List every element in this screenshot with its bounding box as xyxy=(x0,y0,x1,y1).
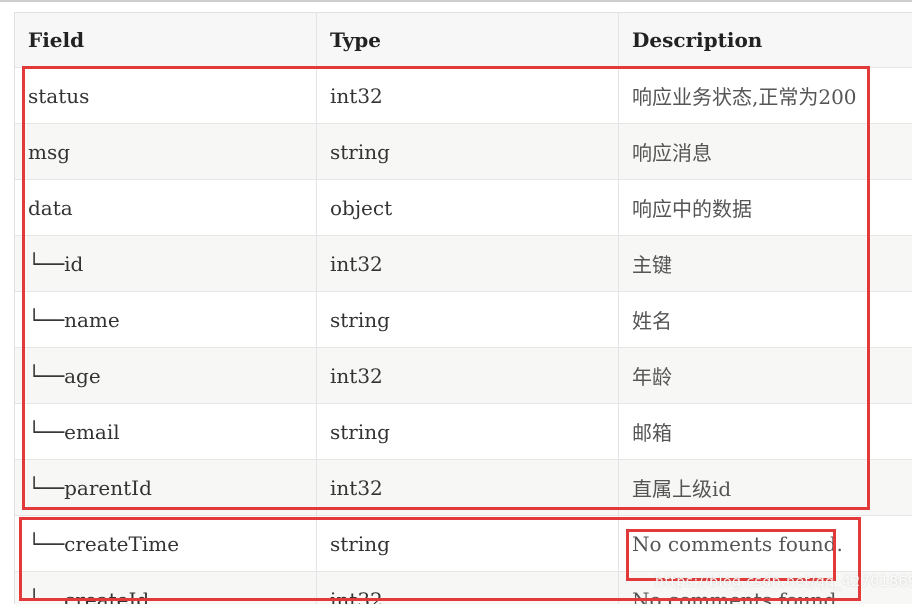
type-cell: int32 xyxy=(317,572,619,604)
type-cell: int32 xyxy=(317,236,619,291)
fields-table: Field Type Description status int32 响应业务… xyxy=(14,12,912,604)
table-header-row: Field Type Description xyxy=(15,13,912,68)
description-cell: 年龄 xyxy=(632,365,672,389)
field-name: data xyxy=(28,195,73,220)
field-cell: └── age xyxy=(15,348,317,403)
description-cell: No comments found. xyxy=(632,531,843,556)
field-name: status xyxy=(28,83,90,108)
table-row: status int32 响应业务状态,正常为200 xyxy=(15,68,912,124)
tree-prefix: └── xyxy=(28,363,65,388)
header-description: Description xyxy=(632,28,763,52)
description-cell: 主键 xyxy=(632,253,672,277)
tree-prefix: └── xyxy=(28,307,65,332)
type-cell: object xyxy=(317,180,619,235)
tree-prefix: └── xyxy=(28,251,65,276)
table-row: └── email string 邮箱 xyxy=(15,404,912,460)
field-cell: └── email xyxy=(15,404,317,459)
tree-prefix: └── xyxy=(28,419,65,444)
type-cell: string xyxy=(317,516,619,571)
type-cell: string xyxy=(317,292,619,347)
field-cell: └── parentId xyxy=(15,460,317,515)
header-type: Type xyxy=(317,13,619,67)
table-row: └── name string 姓名 xyxy=(15,292,912,348)
tree-prefix: └── xyxy=(28,475,65,500)
description-cell: 邮箱 xyxy=(632,421,672,445)
table-row: └── createTime string No comments found. xyxy=(15,516,912,572)
field-name: age xyxy=(64,363,101,388)
field-cell: msg xyxy=(15,124,317,179)
field-cell: └── createTime xyxy=(15,516,317,571)
type-cell: int32 xyxy=(317,348,619,403)
table-row: └── id int32 主键 xyxy=(15,236,912,292)
description-cell: 直属上级id xyxy=(632,477,732,501)
field-name: parentId xyxy=(64,475,152,500)
table-row: └── parentId int32 直属上级id xyxy=(15,460,912,516)
field-name: msg xyxy=(28,139,71,164)
table-row: └── age int32 年龄 xyxy=(15,348,912,404)
watermark: https://blog.csdn.net/qq_42701869 xyxy=(655,574,912,590)
field-name: createTime xyxy=(64,531,180,556)
description-cell: 姓名 xyxy=(632,309,672,333)
top-divider xyxy=(0,0,912,2)
field-cell: data xyxy=(15,180,317,235)
description-cell: 响应业务状态,正常为200 xyxy=(632,85,857,109)
description-cell: 响应消息 xyxy=(632,141,712,165)
type-cell: string xyxy=(317,124,619,179)
field-name: email xyxy=(64,419,120,444)
field-cell: └── name xyxy=(15,292,317,347)
type-cell: string xyxy=(317,404,619,459)
type-cell: int32 xyxy=(317,68,619,123)
table-row: msg string 响应消息 xyxy=(15,124,912,180)
field-name: id xyxy=(64,251,84,276)
tree-prefix: └── xyxy=(28,531,65,556)
field-name: createId xyxy=(64,587,150,604)
field-cell: status xyxy=(15,68,317,123)
tree-prefix: └── xyxy=(28,587,65,604)
field-cell: └── id xyxy=(15,236,317,291)
description-cell: 响应中的数据 xyxy=(632,197,752,221)
header-field: Field xyxy=(15,13,317,67)
field-cell: └── createId xyxy=(15,572,317,604)
field-name: name xyxy=(64,307,120,332)
table-row: data object 响应中的数据 xyxy=(15,180,912,236)
type-cell: int32 xyxy=(317,460,619,515)
